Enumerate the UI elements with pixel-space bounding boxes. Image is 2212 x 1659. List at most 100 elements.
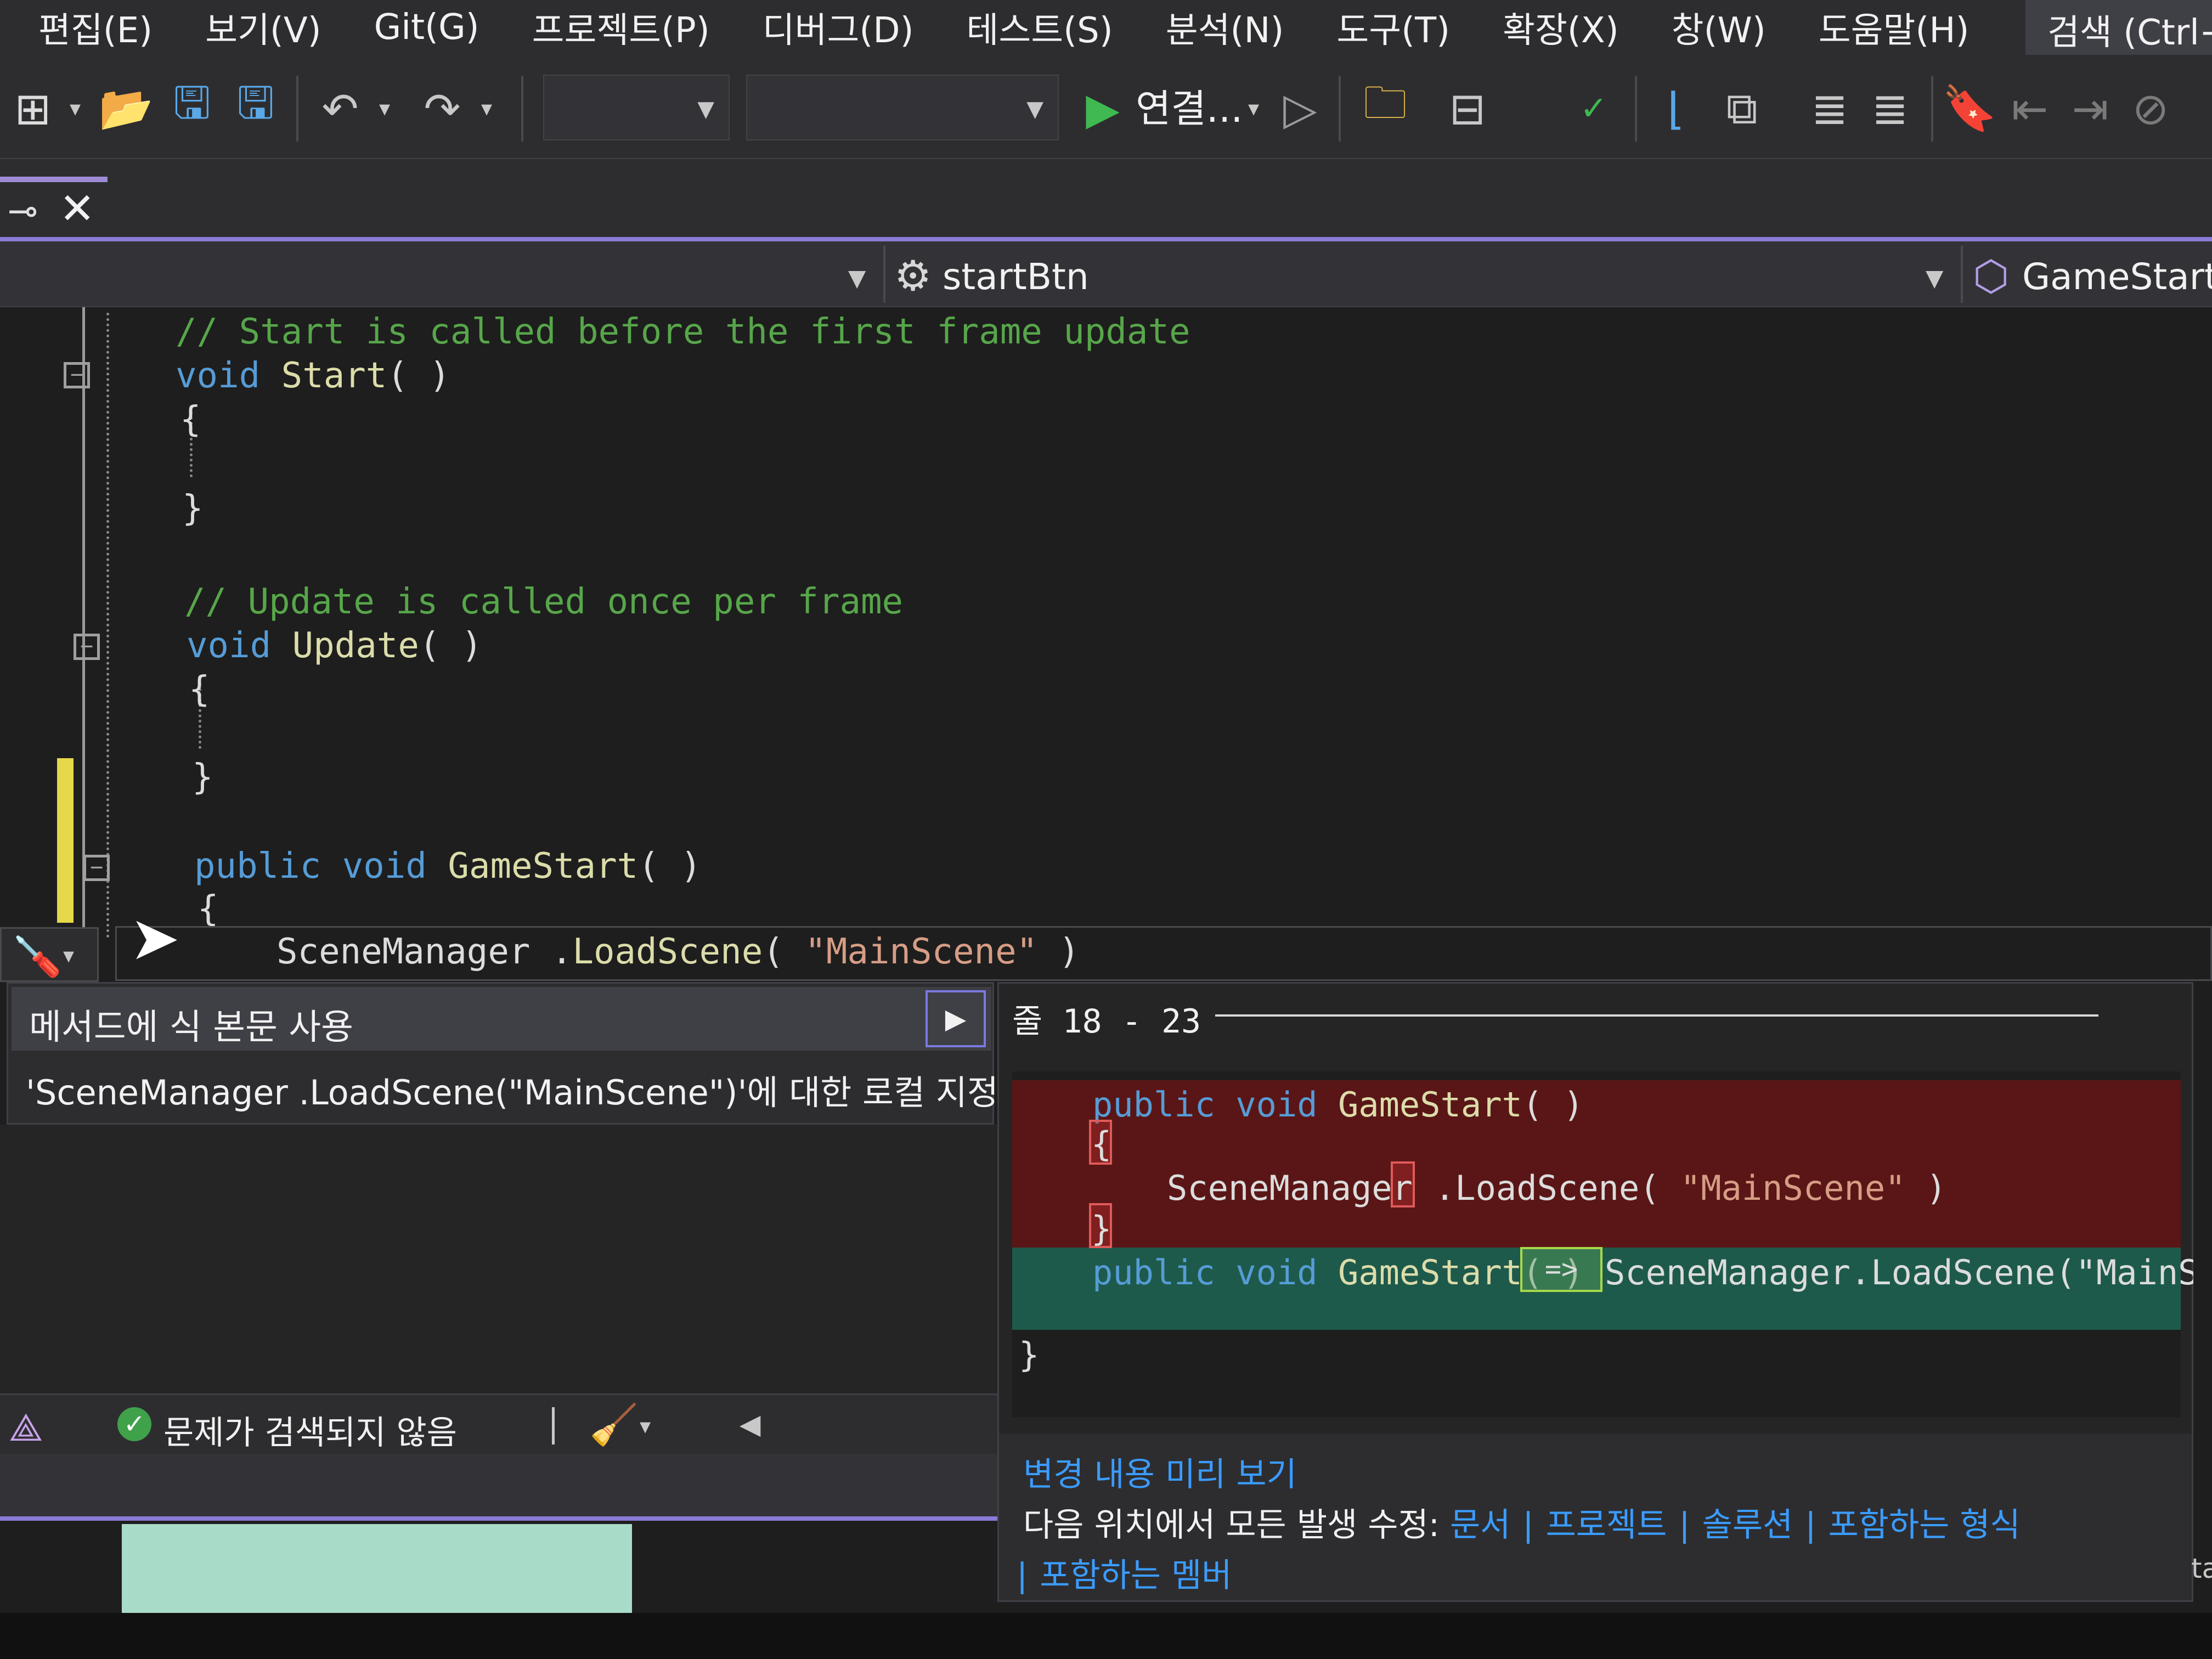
chevron-down-icon[interactable]: ▾ <box>371 82 398 135</box>
toolbar-separator <box>521 76 523 142</box>
fix-all-occurrences: 다음 위치에서 모든 발생 수정: 문서 | 프로젝트 | 솔루션 | 포함하는 형식 <box>1023 1498 2021 1546</box>
diff-added-line: public void GameStart( ) <box>1092 1252 1584 1293</box>
code-line: { <box>198 889 219 929</box>
toolbar-separator <box>296 76 298 142</box>
screwdriver-icon: 🪛 <box>13 933 62 979</box>
preview-footer: 변경 내용 미리 보기 다음 위치에서 모든 발생 수정: 문서 | 프로젝트 | 솔루… <box>999 1434 2192 1600</box>
scope-containing-type-link[interactable]: 포함하는 형식 <box>1828 1506 2020 1544</box>
save-icon[interactable]: 🖫 <box>165 77 219 135</box>
chevron-down-icon[interactable]: ▼ <box>848 264 866 291</box>
code-line: } <box>182 488 204 529</box>
indent-guide <box>106 313 109 938</box>
undo-icon[interactable]: ↶ <box>313 82 368 135</box>
indent-icon[interactable]: ≣ <box>1799 82 1860 135</box>
menu-edit[interactable]: 편집(E) <box>38 2 153 53</box>
pin-icon[interactable]: ⊸ <box>8 190 38 232</box>
start-icon[interactable]: ▶ <box>1075 82 1130 135</box>
diff-removed-line: } <box>1091 1209 1112 1249</box>
diff-added-arrow: => <box>1520 1247 1602 1292</box>
run-target-label[interactable]: 연결... <box>1136 78 1243 133</box>
navigate-icon[interactable]: ⌊ <box>1646 82 1706 135</box>
code-cleanup-icon[interactable]: 🧹 <box>589 1402 639 1448</box>
menu-test[interactable]: 테스트(S) <box>967 2 1113 53</box>
spell-check-icon[interactable]: ✓ <box>1564 82 1624 135</box>
collapse-icon[interactable]: − <box>64 362 90 388</box>
scroll-left-icon[interactable]: ◀ <box>740 1408 760 1440</box>
fix-all-label: 다음 위치에서 모든 발생 수정: <box>1023 1506 1450 1544</box>
quick-action-introduce-local[interactable]: 'SceneManager .LoadScene("MainScene")'에 … <box>26 1065 998 1114</box>
menu-window[interactable]: 창(W) <box>1672 2 1766 53</box>
quick-action-use-expression-body[interactable]: 메서드에 식 본문 사용 ▶ <box>12 987 991 1051</box>
bookmark-icon[interactable]: 🔖 <box>1942 82 1997 135</box>
close-icon[interactable]: ✕ <box>59 184 95 234</box>
nav-divider <box>1961 246 1963 303</box>
code-line: { <box>180 399 201 440</box>
nav-method-dropdown[interactable]: GameStart() <box>2022 256 2212 298</box>
diff-removed-line: { <box>1091 1124 1112 1164</box>
chevron-right-icon[interactable]: ▶ <box>926 990 986 1047</box>
clear-bookmarks-icon[interactable]: ⊘ <box>2123 82 2178 135</box>
configuration-dropdown[interactable]: ▼ <box>543 75 730 140</box>
issues-status[interactable]: 문제가 검색되지 않음 <box>163 1406 457 1454</box>
code-line: void Start( ) <box>176 356 450 396</box>
changed-lines-marker <box>57 758 74 923</box>
previous-bookmark-icon[interactable]: ⇤ <box>2002 82 2057 135</box>
next-bookmark-icon[interactable]: ⇥ <box>2063 82 2118 135</box>
document-tab-strip: ⊸ ✕ <box>0 159 2212 241</box>
menu-tools[interactable]: 도구(T) <box>1336 2 1450 53</box>
menu-view[interactable]: 보기(V) <box>205 2 321 53</box>
scope-solution-link[interactable]: 솔루션 <box>1702 1506 1793 1544</box>
outline-line <box>82 307 85 944</box>
chevron-down-icon[interactable]: ▾ <box>640 1414 651 1439</box>
preview-close-brace: } <box>1019 1335 1040 1375</box>
copy-icon[interactable]: ⧉ <box>1712 82 1772 135</box>
status-separator <box>552 1407 555 1444</box>
bottom-panel <box>0 1454 998 1520</box>
quick-actions-menu: 메서드에 식 본문 사용 ▶ 'SceneManager .LoadScene(… <box>7 982 998 1125</box>
chevron-down-icon[interactable]: ▾ <box>1240 82 1267 135</box>
bottom-tab[interactable] <box>122 1524 632 1617</box>
menu-project[interactable]: 프로젝트(P) <box>532 2 710 53</box>
preview-rule <box>1215 1014 2098 1017</box>
toolbar-separator <box>1635 76 1637 142</box>
outdent-icon[interactable]: ≣ <box>1860 82 1920 135</box>
scope-containing-member-link[interactable]: 포함하는 멤버 <box>1040 1556 1232 1595</box>
link-separator: | <box>1522 1506 1534 1544</box>
check-circle-icon: ✓ <box>117 1407 151 1441</box>
menu-help[interactable]: 도움말(H) <box>1819 2 1970 53</box>
window-layout-icon[interactable]: ⊟ <box>1437 82 1498 135</box>
open-folder-icon[interactable]: 📂 <box>99 82 154 135</box>
redo-icon[interactable]: ↷ <box>415 82 470 135</box>
chevron-down-icon[interactable]: ▾ <box>61 82 89 135</box>
scope-document-link[interactable]: 문서 <box>1450 1506 1510 1544</box>
collapse-icon[interactable]: − <box>83 855 110 881</box>
solution-explorer-icon[interactable]: 🗀 <box>1355 77 1415 135</box>
code-comment: // Start is called before the first fram… <box>176 312 1190 352</box>
tab-underline <box>0 237 2212 241</box>
scope-project-link[interactable]: 프로젝트 <box>1546 1506 1667 1544</box>
menu-extensions[interactable]: 확장(X) <box>1503 2 1619 53</box>
new-project-icon[interactable]: ⊞ <box>5 82 60 135</box>
chevron-down-icon[interactable]: ▾ <box>473 82 500 135</box>
search-box[interactable]: 검색 (Ctrl+ <box>2025 0 2212 55</box>
code-editor[interactable]: // Start is called before the first fram… <box>0 307 2212 981</box>
toolbar-separator <box>1931 76 1933 142</box>
menu-debug[interactable]: 디버그(D) <box>763 2 914 53</box>
quick-actions-button[interactable]: 🪛 ▾ <box>0 927 99 982</box>
code-line: SceneManager .LoadScene( "MainScene" ) <box>276 932 1080 972</box>
link-separator: | <box>1679 1506 1690 1544</box>
preview-line-range: 줄 18 - 23 <box>1012 1002 1201 1041</box>
intellicode-icon[interactable]: ⟁ <box>9 1405 43 1451</box>
collapse-icon[interactable]: − <box>74 634 100 660</box>
nav-member-dropdown[interactable]: startBtn <box>943 256 1089 298</box>
right-edge-text: ta <box>2191 1553 2212 1584</box>
code-comment: // Update is called once per frame <box>184 582 904 622</box>
preview-changes-link[interactable]: 변경 내용 미리 보기 <box>1023 1448 1297 1496</box>
menu-bar: 편집(E) 보기(V) Git(G) 프로젝트(P) 디버그(D) 테스트(S)… <box>0 0 2212 55</box>
start-without-debug-icon[interactable]: ▷ <box>1273 82 1328 135</box>
save-all-icon[interactable]: 🖫 <box>228 77 283 135</box>
menu-analyze[interactable]: 분석(N) <box>1166 2 1284 53</box>
chevron-down-icon[interactable]: ▼ <box>1926 264 1943 291</box>
menu-git[interactable]: Git(G) <box>374 7 479 48</box>
platform-dropdown[interactable]: ▼ <box>746 75 1059 140</box>
